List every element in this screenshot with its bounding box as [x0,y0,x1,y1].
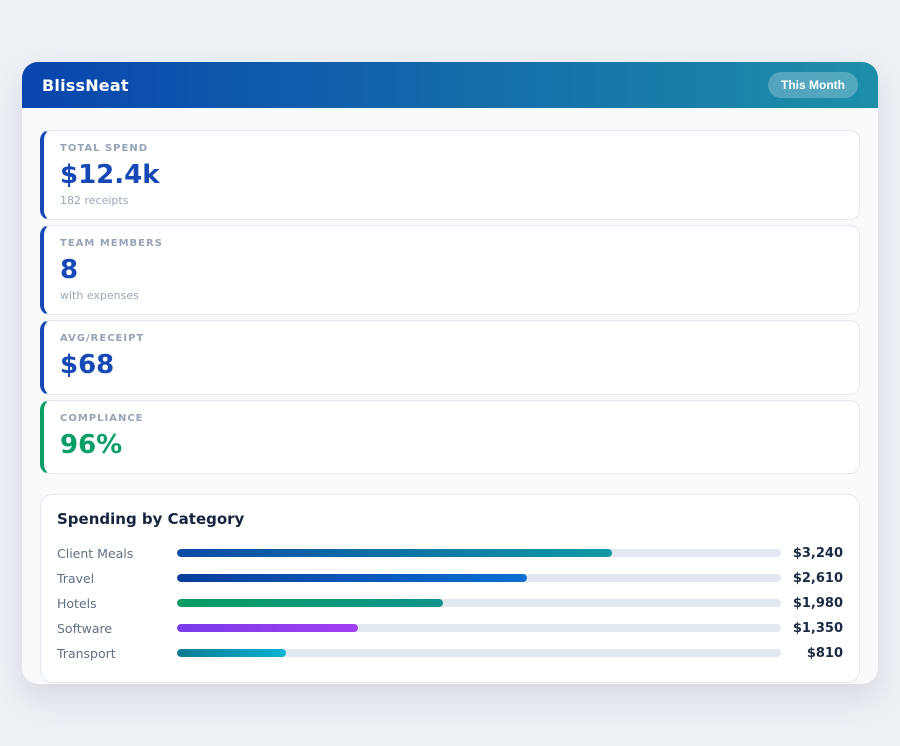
stat-label: TEAM MEMBERS [60,238,163,250]
stat-card-avg-receipt: AVG/RECEIPT $68 [40,320,860,395]
spending-chart-card: Spending by Category Client Meals $3,240… [40,493,860,683]
category-label: Software [57,620,113,636]
category-value: $1,350 [792,620,843,636]
stat-card-team-members: TEAM MEMBERS 8 with expenses [40,225,860,316]
bar-track [177,599,781,608]
bar-row-client-meals: Client Meals $3,240 [57,541,843,566]
bar-row-transport: Transport $810 [57,641,843,666]
stat-label: TOTAL SPEND [60,143,148,154]
chart-title: Spending by Category [57,509,245,528]
bar-row-software: Software $1,350 [57,616,843,641]
stat-card-total-spend: TOTAL SPEND $12.4k 182 receipts [40,130,860,221]
bar-row-hotels: Hotels $1,980 [57,591,843,616]
stat-card-compliance: COMPLIANCE 96% [40,399,860,474]
stat-label: COMPLIANCE [60,412,144,424]
bar-row-travel: Travel $2,610 [57,566,843,591]
stat-value: $68 [60,350,115,381]
bar-fill-0 [177,549,612,558]
app-title: BlissNeat [42,75,129,95]
bar-fill-4 [177,649,286,658]
page: { "app": { "title": "BlissNeat", "period… [0,0,900,746]
category-label: Travel [57,570,95,586]
category-label: Client Meals [57,545,134,561]
bar-track [177,549,781,558]
dashboard-panel: BlissNeat This Month TOTAL SPEND $12.4k … [22,62,878,684]
app-header: BlissNeat This Month [22,62,878,108]
bar-fill-3 [177,624,359,633]
period-badge[interactable]: This Month [768,72,858,98]
content-area: TOTAL SPEND $12.4k 182 receipts TEAM MEM… [22,108,878,683]
bar-fill-1 [177,574,528,583]
bar-track [177,574,781,583]
category-label: Hotels [57,595,97,611]
stat-subtext: with expenses [60,289,139,303]
stat-label: AVG/RECEIPT [60,333,145,345]
category-value: $2,610 [792,570,843,586]
category-value: $1,980 [792,595,843,611]
bar-track [177,649,781,658]
category-value: $3,240 [792,545,843,561]
stat-value: $12.4k [60,160,160,190]
bar-track [177,624,781,633]
stat-value: 8 [60,255,79,286]
stat-subtext: 182 receipts [60,194,129,208]
category-value: $810 [806,645,843,661]
stat-value: 96% [60,429,123,460]
category-label: Transport [57,645,116,661]
bar-fill-2 [177,599,443,608]
